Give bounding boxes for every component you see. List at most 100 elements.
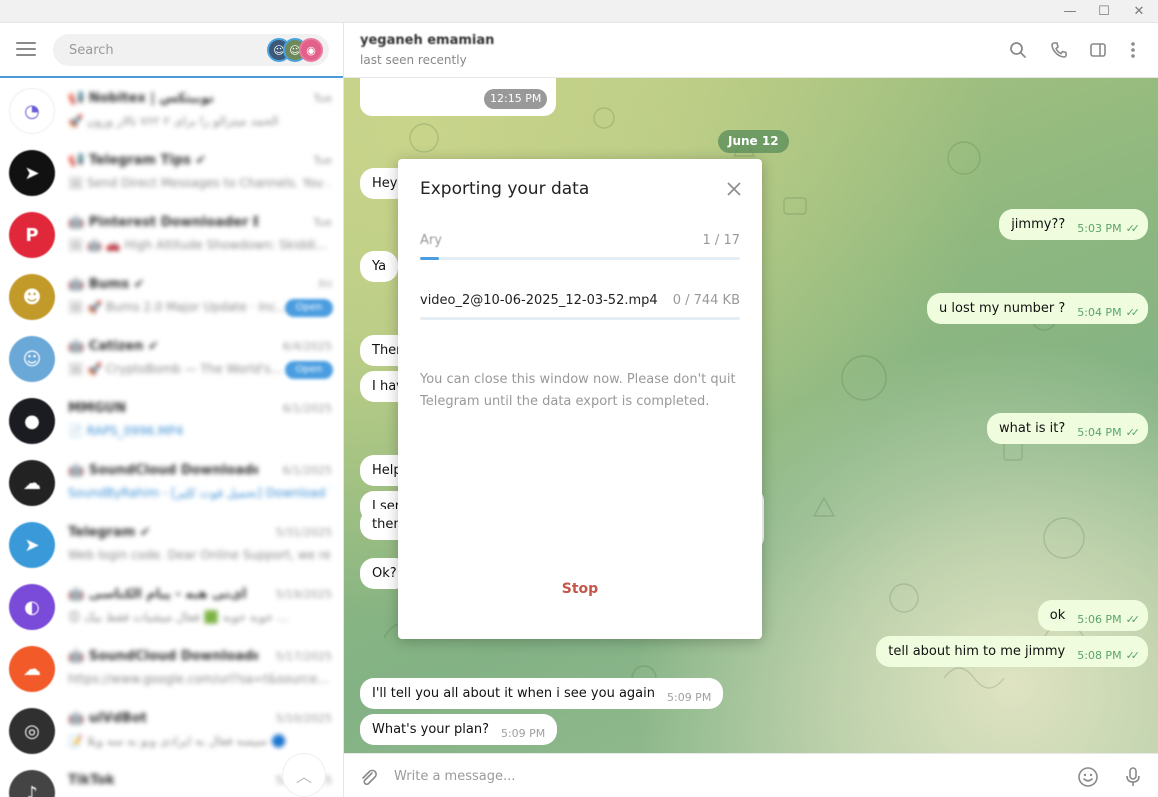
chat-avatar: ☺ — [9, 336, 55, 382]
chat-preview: 😊 خوبه خوبه 🟩 فعال میشیات فقط بیک ... — [68, 610, 289, 624]
chat-date: Tue — [313, 92, 332, 105]
message-time: 5:04 PM — [1077, 426, 1122, 439]
chat-list-item[interactable]: ◎ 🤖 uiVdBot 📝 سیسه فعال به ایرادی وبو به س… — [0, 701, 343, 763]
step-progress-bar — [420, 257, 740, 260]
menu-icon[interactable] — [16, 42, 36, 56]
chat-preview: 📄 RAPS_0996.MP4 — [68, 424, 184, 438]
chat-name: 🤖 uiVdBot — [68, 711, 147, 726]
chat-avatar: P — [9, 212, 55, 258]
search-input[interactable] — [69, 34, 259, 66]
sidebar-toggle-icon[interactable] — [1085, 37, 1111, 63]
chat-avatar: ☁ — [9, 646, 55, 692]
chat-list-item[interactable]: ☺ 🤖 Catizen ✔ 🖼 🚀 CryptoBomb — The World's… — [0, 329, 343, 391]
date-separator: June 12 — [718, 130, 789, 153]
chat-avatar: ◐ — [9, 584, 55, 630]
chat-avatar: ☻ — [9, 274, 55, 320]
chat-date: Tue — [313, 154, 332, 167]
search-box: ☺ ☺ ◉ — [53, 34, 329, 66]
incoming-message[interactable]: I'll tell you all about it when i see yo… — [360, 678, 724, 709]
message-text: jimmy?? — [1011, 217, 1066, 232]
message-text: Ok? — [372, 566, 397, 581]
message-text: Ya — [372, 259, 387, 274]
chat-date: 5/31/2025 — [275, 526, 332, 539]
chat-list-item[interactable]: ➤ Telegram ✔ Web login code. Dear Online S… — [0, 515, 343, 577]
chat-preview: 🖼 🤖 🚗 High Altitude Showdown: Skiddi... — [68, 238, 328, 252]
outgoing-message[interactable]: jimmy?? 5:03 PM ✓✓ — [999, 209, 1148, 240]
chat-name: 🤖 SoundCloud Downloader — [68, 649, 258, 664]
export-step-label: Ary — [420, 233, 442, 248]
stop-export-button[interactable]: Stop — [530, 571, 630, 607]
maximize-button[interactable]: ☐ — [1087, 0, 1121, 23]
outgoing-message[interactable]: ok 5:06 PM ✓✓ — [1037, 600, 1148, 631]
story-avatar[interactable]: ◉ — [299, 38, 323, 62]
window-title-bar: — ☐ ✕ — [0, 0, 1158, 23]
chat-sidebar: ☺ ☺ ◉ ◔ 📢 Nobitex | نوبیتکس 🚀 الحمد میترال… — [0, 23, 344, 797]
outgoing-message[interactable]: what is it? 5:04 PM ✓✓ — [987, 413, 1148, 444]
chat-list: ◔ 📢 Nobitex | نوبیتکس 🚀 الحمد میترالو را ب… — [0, 81, 343, 797]
chat-date: 6/1/2025 — [282, 402, 332, 415]
open-app-badge[interactable]: Open — [285, 299, 333, 317]
read-checkmarks-icon: ✓✓ — [1125, 426, 1141, 439]
outgoing-message[interactable]: u lost my number ? 5:04 PM ✓✓ — [927, 293, 1148, 324]
chat-preview: https://www.google.com/url?sa=t&source..… — [68, 672, 329, 686]
chat-avatar: ➤ — [9, 150, 55, 196]
chat-name: 📢 Telegram Tips ✔ — [68, 153, 207, 168]
microphone-icon[interactable] — [1120, 764, 1146, 790]
read-checkmarks-icon: ✓✓ — [1125, 649, 1141, 662]
emoji-icon[interactable] — [1075, 764, 1101, 790]
chat-list-item[interactable]: ☁ 🤖 SoundCloud Downloader 🎧 SoundByRahim -… — [0, 453, 343, 515]
chat-list-item[interactable]: ◐ 🤖 آی‌تی‌ هبه - پیام‌ الکناسی 😊 خوبه خوبه… — [0, 577, 343, 639]
message-text: ok — [1049, 608, 1066, 623]
chat-avatar: ♪ — [9, 770, 55, 797]
message-text: Hey — [372, 176, 398, 191]
chat-name: MMGUN — [68, 401, 126, 416]
message-text: What's your plan? — [372, 722, 489, 737]
search-icon[interactable] — [1005, 37, 1031, 63]
file-progress-bar — [420, 317, 740, 320]
incoming-message[interactable]: Ya — [360, 251, 399, 282]
chat-list-item[interactable]: ● MMGUN 📄 RAPS_0996.MP4 6/1/2025 — [0, 391, 343, 453]
chat-date: 6/1/2025 — [282, 464, 332, 477]
chat-avatar: ◔ — [9, 88, 55, 134]
chat-list-item[interactable]: ☁ 🤖 SoundCloud Downloader https://www.goog… — [0, 639, 343, 701]
message-text: what is it? — [999, 421, 1066, 436]
peer-name[interactable]: yeganeh emamian — [360, 33, 494, 48]
message-time: 5:03 PM — [1077, 222, 1122, 235]
chat-preview: 🚀 الحمد میترالو را برای ۲ ۷۶۲ تالار ورون — [68, 114, 279, 128]
peer-status: last seen recently — [360, 53, 467, 67]
export-file-size: 0 / 744 KB — [672, 293, 740, 308]
phone-icon[interactable] — [1046, 37, 1072, 63]
chat-avatar: ● — [9, 398, 55, 444]
export-file-name: video_2@10-06-2025_12-03-52.mp4 — [420, 293, 658, 308]
step-progress-fill — [420, 257, 440, 260]
chat-name: 🤖 آی‌تی‌ هبه - پیام‌ الکناسی — [68, 587, 247, 602]
attach-icon[interactable] — [355, 764, 381, 790]
open-app-badge[interactable]: Open — [285, 361, 333, 379]
sticker-time: 12:15 PM — [484, 89, 548, 109]
incoming-message[interactable]: What's your plan? 5:09 PM — [360, 714, 558, 745]
chat-preview: 🖼 Send Direct Messages to Channels. You … — [68, 176, 330, 190]
read-checkmarks-icon: ✓✓ — [1125, 613, 1141, 626]
chat-header: yeganeh emamian last seen recently — [344, 23, 1158, 78]
chat-list-item[interactable]: ➤ 📢 Telegram Tips ✔ 🖼 Send Direct Messages… — [0, 143, 343, 205]
chat-list-item[interactable]: ◔ 📢 Nobitex | نوبیتکس 🚀 الحمد میترالو را ب… — [0, 81, 343, 143]
message-input[interactable] — [394, 754, 1054, 797]
scroll-to-top-button[interactable]: ︿ — [282, 753, 326, 797]
message-time: 5:08 PM — [1077, 649, 1122, 662]
minimize-button[interactable]: — — [1053, 0, 1087, 23]
read-checkmarks-icon: ✓✓ — [1125, 306, 1141, 319]
chat-list-item[interactable]: P 🤖 Pinterest Downloader Bot 🖼 🤖 🚗 High Al… — [0, 205, 343, 267]
more-options-icon[interactable] — [1120, 37, 1146, 63]
stories-avatars[interactable]: ☺ ☺ ◉ — [267, 38, 325, 62]
chat-date: 6/4/2025 — [282, 340, 332, 353]
close-window-button[interactable]: ✕ — [1122, 0, 1156, 23]
chat-date: 5/10/2025 — [275, 712, 332, 725]
outgoing-message[interactable]: tell about him to me jimmy 5:08 PM ✓✓ — [876, 636, 1148, 667]
message-text: u lost my number ? — [939, 301, 1066, 316]
message-text: I'll tell you all about it when i see yo… — [372, 686, 655, 701]
chat-list-item[interactable]: ☻ 🤖 Bums ✔ 🖼 🚀 Bums 2.0 Major Update · Inc… — [0, 267, 343, 329]
close-icon[interactable] — [724, 179, 744, 199]
sidebar-header: ☺ ☺ ◉ — [0, 23, 343, 78]
dialog-title: Exporting your data — [420, 179, 590, 199]
chat-name: 🤖 Pinterest Downloader Bot — [68, 215, 258, 230]
